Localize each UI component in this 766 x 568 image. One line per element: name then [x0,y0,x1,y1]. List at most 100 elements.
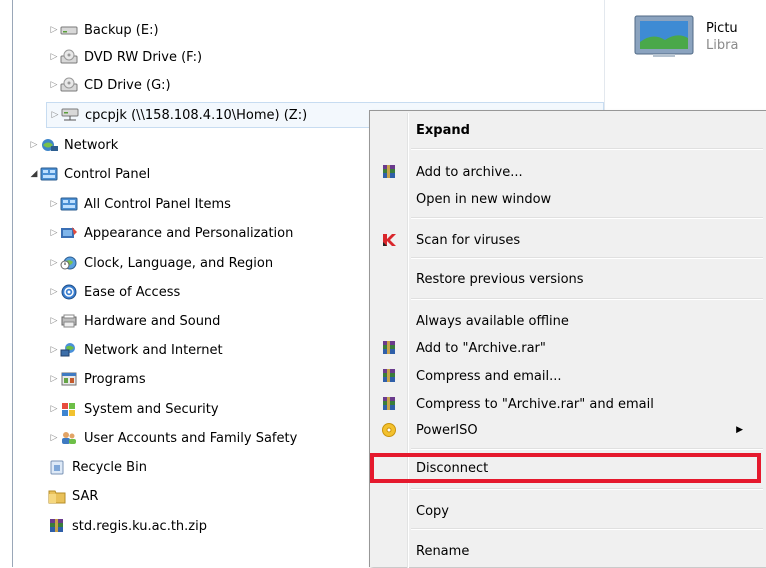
nav-item-label: Backup (E:) [84,22,159,38]
winrar-icon [372,396,406,412]
menu-item-label: Open in new window [416,191,552,207]
submenu-arrow-icon: ▶ [736,425,743,435]
appearance-icon [60,225,78,241]
menu-item-poweriso[interactable]: PowerISO ▶ [372,417,763,443]
expand-arrow-icon[interactable]: ▷ [28,140,40,150]
dvd-drive-icon [60,49,78,65]
network-internet-icon [60,342,78,358]
menu-item-disconnect[interactable]: Disconnect [372,455,763,481]
poweriso-icon [372,422,406,438]
expand-arrow-icon[interactable]: ▷ [48,287,60,297]
nav-item-zip-file[interactable]: std.regis.ku.ac.th.zip [48,513,368,539]
recycle-bin-icon [48,459,66,475]
menu-item-compress-to-archive-and-email[interactable]: Compress to "Archive.rar" and email [372,391,763,417]
menu-item-label: PowerISO [416,422,478,438]
expand-arrow-icon[interactable]: ▷ [48,228,60,238]
menu-item-label: Compress to "Archive.rar" and email [416,396,654,412]
menu-item-add-to-archive[interactable]: Add to archive... [372,159,763,185]
collapse-arrow-icon[interactable]: ◢ [28,169,40,179]
nav-item-control-panel[interactable]: ◢ Control Panel [28,161,368,187]
clock-globe-icon [60,255,78,271]
nav-item-cd-drive[interactable]: ▷ CD Drive (G:) [48,72,604,98]
menu-item-label: Add to archive... [416,164,523,180]
hardware-icon [60,313,78,329]
expand-arrow-icon[interactable]: ▷ [48,25,60,35]
nav-item-label: Recycle Bin [72,459,147,475]
nav-item-system-security[interactable]: ▷ System and Security [48,396,368,422]
nav-item-label: DVD RW Drive (F:) [84,49,203,65]
library-item-subtitle: Libra [706,38,739,53]
nav-item-label: std.regis.ku.ac.th.zip [72,518,207,534]
nav-item-label: Hardware and Sound [84,313,221,329]
winrar-icon [372,164,406,180]
kaspersky-icon [372,232,406,248]
menu-item-scan-for-viruses[interactable]: Scan for viruses [372,227,763,253]
expand-arrow-icon[interactable]: ▷ [48,258,60,268]
menu-item-label: Add to "Archive.rar" [416,340,546,356]
system-security-icon [60,401,78,417]
expand-arrow-icon[interactable]: ▷ [48,374,60,384]
nav-item-label: System and Security [84,401,219,417]
nav-item-clock-language[interactable]: ▷ Clock, Language, and Region [48,250,368,276]
expand-arrow-icon[interactable]: ▷ [48,316,60,326]
nav-item-hardware-sound[interactable]: ▷ Hardware and Sound [48,308,368,334]
nav-item-network[interactable]: ▷ Network [28,132,368,158]
nav-item-appearance[interactable]: ▷ Appearance and Personalization [48,220,368,246]
menu-item-label: Disconnect [416,460,489,476]
nav-item-dvd-drive[interactable]: ▷ DVD RW Drive (F:) [48,44,604,70]
nav-item-backup[interactable]: ▷ Backup (E:) [48,17,604,43]
expand-arrow-icon[interactable]: ▷ [48,52,60,62]
nav-item-recycle-bin[interactable]: Recycle Bin [48,454,368,480]
menu-item-copy[interactable]: Copy [372,498,763,524]
ease-of-access-icon [60,284,78,300]
menu-separator [411,257,763,259]
nav-item-label: User Accounts and Family Safety [84,430,298,446]
expand-arrow-icon[interactable]: ▷ [48,433,60,443]
context-menu: Expand Add to archive... Open in new win… [369,110,766,568]
menu-separator [411,488,763,490]
menu-item-label: Rename [416,543,470,559]
menu-separator [411,528,763,530]
menu-separator [411,448,763,450]
nav-item-network-internet[interactable]: ▷ Network and Internet [48,337,368,363]
nav-item-user-accounts[interactable]: ▷ User Accounts and Family Safety [48,425,368,451]
nav-item-programs[interactable]: ▷ Programs [48,366,368,392]
menu-item-label: Scan for viruses [416,232,521,248]
nav-item-label: SAR [72,488,99,504]
expand-arrow-icon[interactable]: ▷ [48,345,60,355]
menu-item-always-available-offline[interactable]: Always available offline [372,308,763,334]
nav-item-label: Ease of Access [84,284,181,300]
nav-item-sar-folder[interactable]: SAR [48,483,368,509]
control-panel-icon [40,166,58,182]
nav-pane-left-border [12,0,13,567]
menu-item-add-to-archive-rar[interactable]: Add to "Archive.rar" [372,335,763,361]
menu-item-compress-and-email[interactable]: Compress and email... [372,363,763,389]
control-panel-icon [60,196,78,212]
network-drive-icon [61,107,79,123]
menu-item-expand[interactable]: Expand [372,117,763,143]
network-icon [40,137,58,153]
menu-separator [411,217,763,219]
expand-arrow-icon[interactable]: ▷ [48,199,60,209]
nav-item-label: Programs [84,371,146,387]
menu-item-label: Compress and email... [416,368,562,384]
menu-item-rename[interactable]: Rename [372,538,763,564]
menu-item-label: Restore previous versions [416,271,584,287]
nav-item-label: Control Panel [64,166,151,182]
programs-icon [60,371,78,387]
menu-item-open-new-window[interactable]: Open in new window [372,186,763,212]
folder-icon [48,488,66,504]
nav-item-label: All Control Panel Items [84,196,231,212]
nav-item-ease-of-access[interactable]: ▷ Ease of Access [48,279,368,305]
expand-arrow-icon[interactable]: ▷ [48,80,60,90]
nav-item-all-control-panel-items[interactable]: ▷ All Control Panel Items [48,191,368,217]
menu-separator [411,148,763,150]
pictures-library-icon[interactable] [633,14,695,62]
menu-item-restore-previous-versions[interactable]: Restore previous versions [372,266,763,292]
expand-arrow-icon[interactable]: ▷ [49,110,61,120]
menu-separator [411,298,763,300]
library-item-title[interactable]: Pictu [706,21,738,36]
nav-item-label: Clock, Language, and Region [84,255,274,271]
menu-item-label: Expand [416,122,470,138]
expand-arrow-icon[interactable]: ▷ [48,404,60,414]
